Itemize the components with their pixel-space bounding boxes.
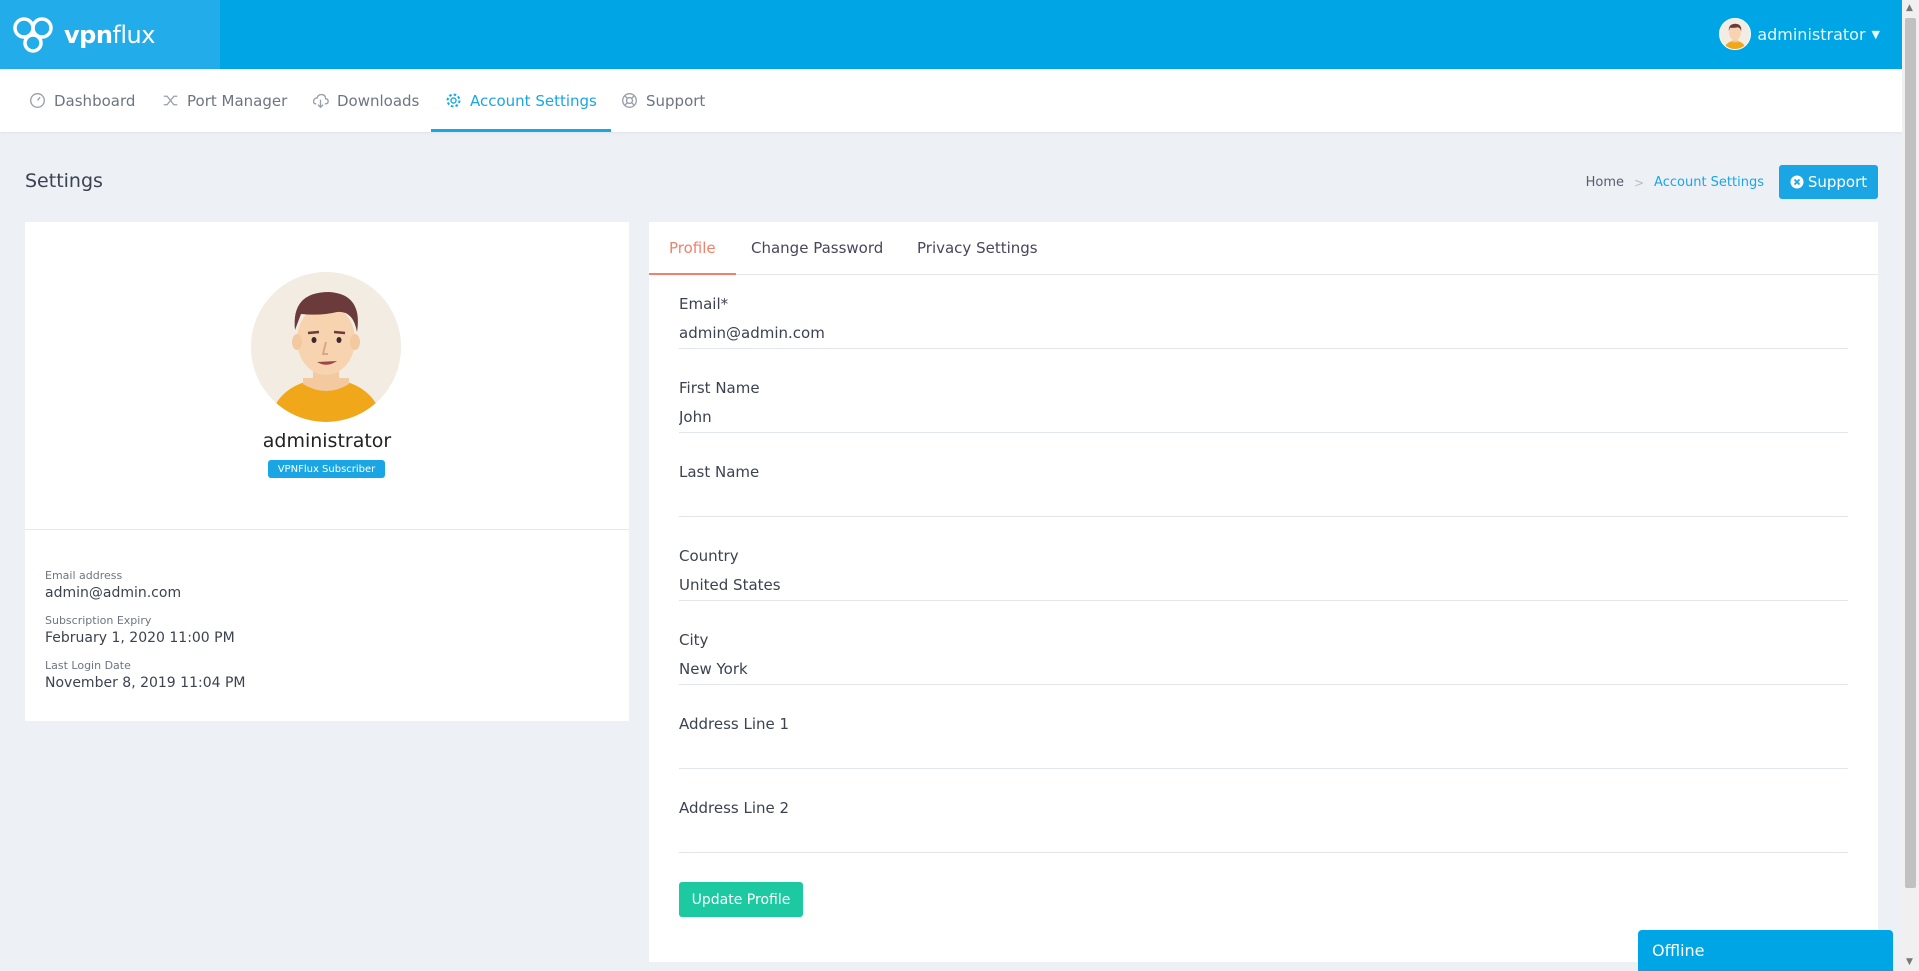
profile-avatar	[251, 272, 401, 422]
support-button-label: Support	[1807, 173, 1868, 191]
nav-item-downloads[interactable]: Downloads	[312, 69, 419, 132]
last-name-label: Last Name	[679, 463, 760, 481]
nav-item-account-settings[interactable]: Account Settings	[431, 69, 611, 132]
profile-name: administrator	[262, 430, 392, 452]
breadcrumb: Home > Account Settings	[1586, 175, 1764, 190]
email-address-label: Email address	[45, 569, 123, 582]
email-field-label: Email*	[679, 295, 729, 313]
chevron-right-icon: >	[1633, 175, 1645, 190]
subscriber-badge: VPNFlux Subscriber	[268, 460, 385, 478]
last-login-label: Last Login Date	[45, 659, 131, 672]
support-button[interactable]: Support	[1779, 165, 1878, 199]
page-scrollbar[interactable]: ▲ ▼	[1902, 0, 1919, 971]
nav-item-dashboard[interactable]: Dashboard	[29, 69, 135, 132]
username-label: administrator	[1757, 24, 1866, 44]
brand-name: vpnflux	[64, 20, 155, 49]
nav-label: Downloads	[337, 91, 420, 110]
profile-summary-card: administrator VPNFlux Subscriber Email a…	[25, 222, 629, 721]
last-name-field[interactable]	[679, 486, 1848, 517]
scroll-up-icon[interactable]: ▲	[1906, 3, 1913, 13]
nav-item-support[interactable]: Support	[621, 69, 705, 132]
address-line-1-label: Address Line 1	[679, 715, 790, 733]
settings-form-card: Profile Change Password Privacy Settings…	[649, 222, 1878, 962]
subscription-expiry-value: February 1, 2020 11:00 PM	[45, 630, 235, 646]
brand-logo[interactable]: vpnflux	[0, 0, 220, 69]
country-label: Country	[679, 547, 739, 565]
nav-item-port-manager[interactable]: Port Manager	[162, 69, 287, 132]
user-menu[interactable]: administrator ▼	[1719, 18, 1880, 50]
lifebuoy-icon	[622, 93, 637, 108]
tab-profile[interactable]: Profile	[649, 222, 736, 275]
settings-tabs: Profile Change Password Privacy Settings	[649, 222, 1878, 275]
first-name-field[interactable]	[679, 402, 1848, 433]
page-title: Settings	[25, 170, 103, 192]
address-line-1-field[interactable]	[679, 738, 1848, 769]
email-field[interactable]	[679, 318, 1848, 349]
address-line-2-field[interactable]	[679, 822, 1848, 853]
country-field[interactable]	[679, 570, 1848, 601]
email-address-value: admin@admin.com	[45, 585, 182, 601]
nav-label: Port Manager	[187, 91, 288, 110]
scroll-down-icon[interactable]: ▼	[1906, 957, 1913, 967]
close-circle-icon	[1790, 175, 1804, 189]
chat-status: Offline	[1652, 941, 1705, 960]
tab-change-password[interactable]: Change Password	[751, 222, 883, 274]
gear-icon	[446, 93, 461, 108]
last-login-value: November 8, 2019 11:04 PM	[45, 675, 246, 691]
subscription-expiry-label: Subscription Expiry	[45, 614, 152, 627]
main-nav: Dashboard Port Manager Downloads Account…	[0, 69, 1902, 132]
card-divider	[25, 529, 629, 530]
top-header-bar: vpnflux administrator ▼	[0, 0, 1902, 69]
gauge-icon	[30, 93, 45, 108]
tab-privacy-settings[interactable]: Privacy Settings	[917, 222, 1038, 274]
first-name-label: First Name	[679, 379, 760, 397]
user-avatar	[1719, 18, 1752, 50]
city-field[interactable]	[679, 654, 1848, 685]
nav-label: Account Settings	[470, 91, 597, 110]
cloud-download-icon	[312, 93, 329, 109]
update-profile-button[interactable]: Update Profile	[679, 882, 803, 917]
breadcrumb-home[interactable]: Home	[1586, 175, 1624, 190]
breadcrumb-current[interactable]: Account Settings	[1654, 175, 1764, 190]
address-line-2-label: Address Line 2	[679, 799, 790, 817]
chat-widget[interactable]: Offline	[1638, 930, 1893, 971]
scrollbar-thumb[interactable]	[1905, 18, 1916, 888]
city-label: City	[679, 631, 709, 649]
nav-label: Support	[646, 91, 706, 110]
shuffle-icon	[163, 95, 178, 106]
chevron-down-icon: ▼	[1871, 27, 1880, 41]
nav-label: Dashboard	[54, 91, 136, 110]
vpnflux-logo-icon	[13, 16, 53, 53]
